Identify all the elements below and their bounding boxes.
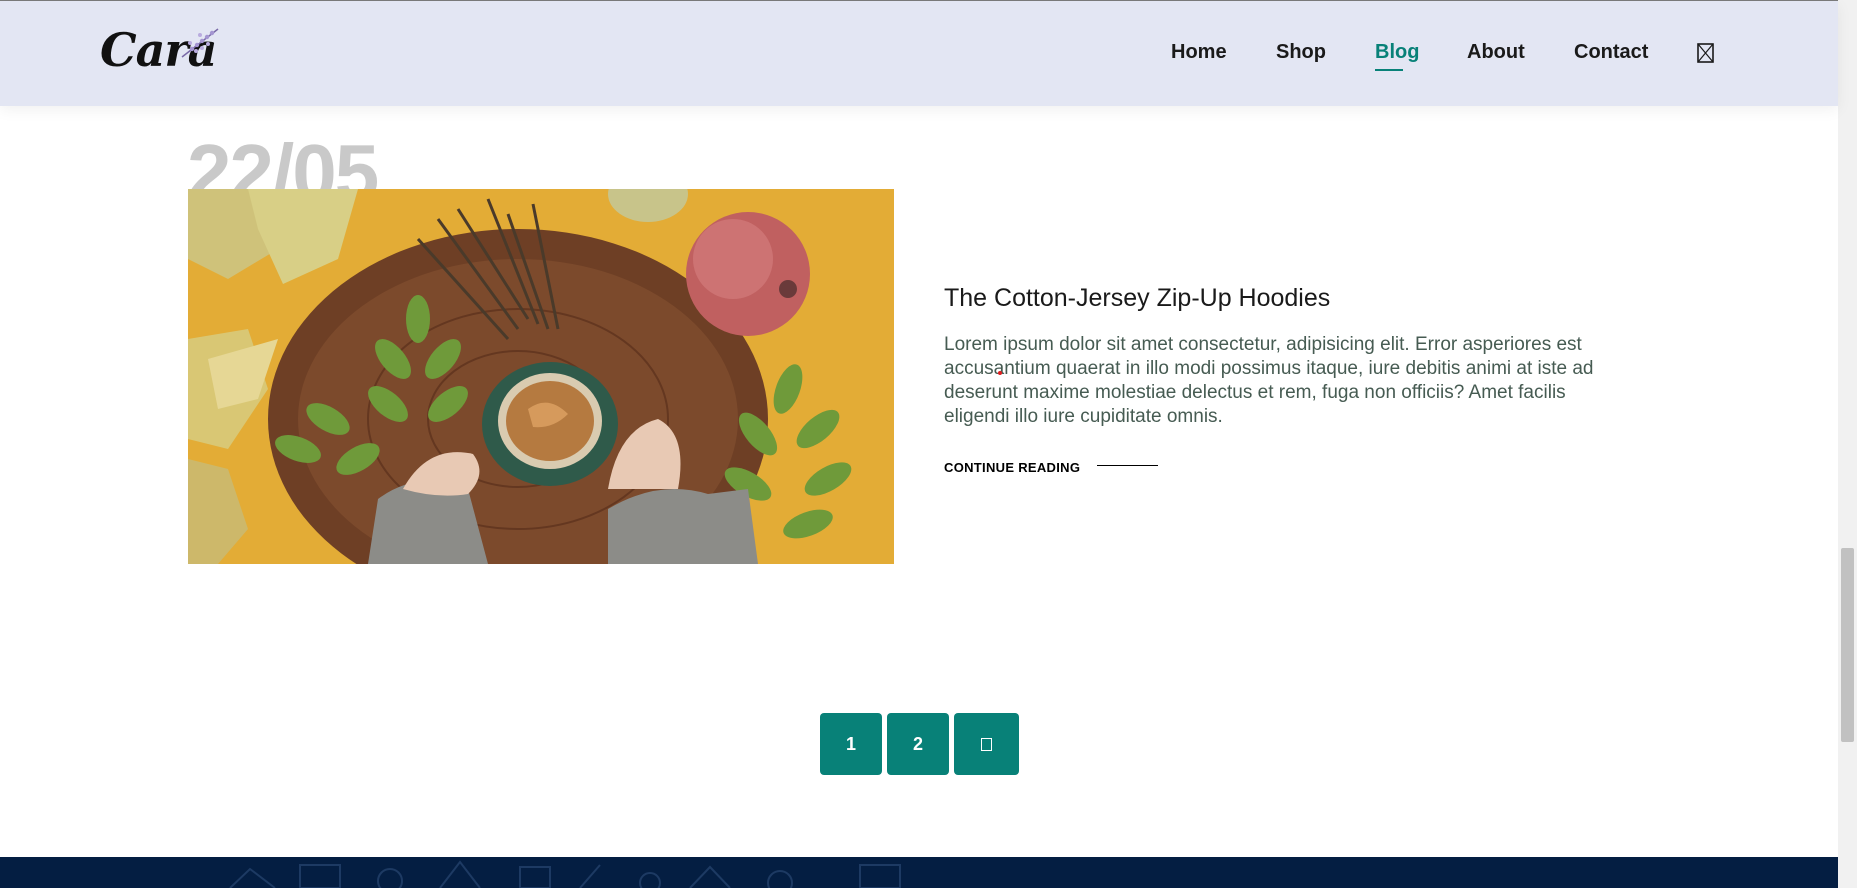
page-2-button[interactable]: 2 bbox=[887, 713, 949, 775]
post-excerpt: Lorem ipsum dolor sit amet consectetur, … bbox=[944, 334, 1594, 427]
coffee-flatlay-image bbox=[188, 189, 894, 564]
nav-blog[interactable]: Blog bbox=[1375, 41, 1419, 64]
cursor-dot bbox=[998, 371, 1002, 375]
footer-pattern bbox=[229, 860, 901, 888]
scrollbar-thumb[interactable] bbox=[1841, 548, 1854, 742]
nav-about[interactable]: About bbox=[1467, 41, 1525, 64]
next-page-button[interactable] bbox=[954, 713, 1019, 775]
page-1-button[interactable]: 1 bbox=[820, 713, 882, 775]
continue-reading-link[interactable]: CONTINUE READING bbox=[944, 460, 1080, 475]
logo[interactable]: Cara bbox=[100, 21, 230, 81]
shopping-bag-icon[interactable] bbox=[1697, 43, 1714, 63]
nav-active-underline bbox=[1375, 69, 1403, 71]
continue-reading-line bbox=[1097, 465, 1158, 466]
nav-contact[interactable]: Contact bbox=[1574, 41, 1648, 64]
site-header: Cara Home Shop Blog About Contact bbox=[0, 1, 1838, 106]
site-footer bbox=[0, 857, 1838, 888]
nav-home[interactable]: Home bbox=[1171, 41, 1227, 64]
post-title[interactable]: The Cotton-Jersey Zip-Up Hoodies bbox=[944, 284, 1330, 313]
nav-shop[interactable]: Shop bbox=[1276, 41, 1326, 64]
blog-post-image[interactable] bbox=[188, 189, 894, 564]
lavender-sprig-icon bbox=[181, 28, 219, 58]
arrow-right-icon bbox=[981, 737, 992, 751]
page-scrollbar[interactable] bbox=[1838, 0, 1857, 888]
